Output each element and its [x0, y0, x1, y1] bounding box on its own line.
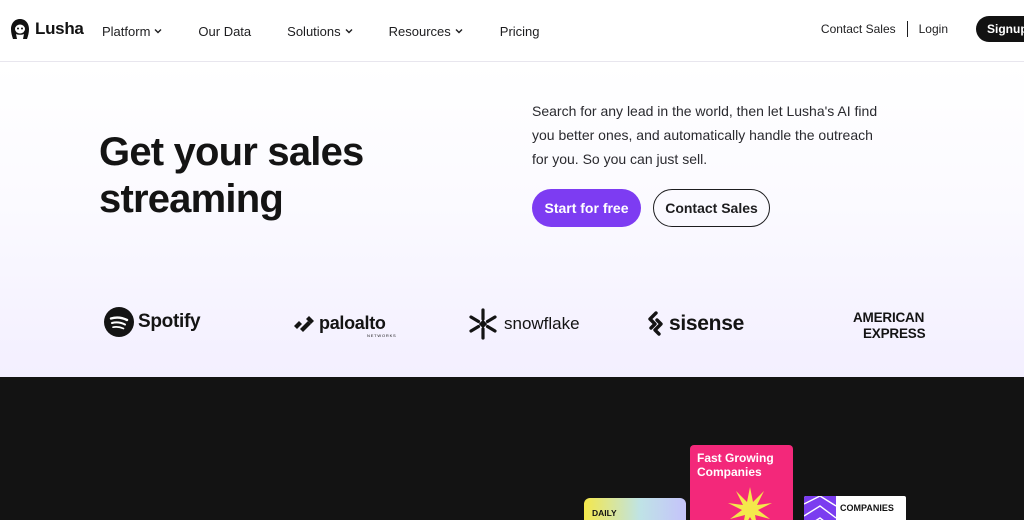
nav-pricing-label: Pricing — [499, 23, 540, 39]
companies-card-label: COMPANIES — [840, 503, 894, 513]
chevron-down-icon — [345, 29, 353, 34]
companies-card-graphic — [804, 496, 836, 520]
main-nav: Platform Our Data Solutions Resources Pr… — [102, 21, 540, 41]
nav-our-data-label: Our Data — [198, 23, 252, 39]
nav-our-data[interactable]: Our Data — [198, 21, 251, 41]
login-link[interactable]: Login — [919, 22, 948, 36]
fast-growing-card: Fast Growing Companies — [690, 445, 793, 520]
starburst-icon — [728, 487, 772, 520]
paloalto-logo: paloalto — [293, 313, 386, 334]
nav-solutions[interactable]: Solutions — [287, 21, 353, 41]
sisense-icon — [648, 311, 663, 336]
brand-name: Lusha — [35, 19, 84, 38]
paloalto-icon — [294, 315, 314, 332]
american-express-logo: AMERICAN EXPRESS — [853, 310, 926, 342]
snowflake-icon — [469, 308, 497, 340]
nav-solutions-label: Solutions — [287, 23, 341, 39]
divider — [906, 21, 908, 37]
customer-logos: Spotify paloalto NETWORKS snowflake sise… — [0, 63, 1024, 377]
nav-resources-label: Resources — [388, 23, 451, 39]
paloalto-text: paloalto — [319, 313, 386, 333]
nav-resources[interactable]: Resources — [389, 21, 463, 41]
signup-button[interactable]: Signup — [976, 16, 1024, 42]
spotify-icon — [104, 307, 134, 337]
chevron-down-icon — [455, 29, 463, 34]
amex-line1: AMERICAN — [853, 310, 925, 325]
nav-platform-label: Platform — [102, 23, 151, 39]
snowflake-text: snowflake — [504, 314, 580, 333]
companies-card: COMPANIES — [804, 496, 906, 520]
lusha-logo-icon — [11, 19, 29, 39]
chevron-down-icon — [154, 29, 162, 34]
pattern-icon — [804, 496, 836, 520]
paloalto-subtext: NETWORKS — [367, 333, 397, 338]
lusha-logo[interactable]: Lusha — [10, 16, 84, 42]
hero-section: Get your sales streaming Search for any … — [0, 63, 1024, 377]
nav-platform[interactable]: Platform — [102, 21, 162, 41]
header-actions: Contact Sales Login Signup — [821, 16, 1024, 42]
daily-card: DAILY — [584, 498, 686, 520]
nav-pricing[interactable]: Pricing — [500, 21, 540, 41]
daily-card-label: DAILY — [592, 508, 617, 518]
fast-growing-card-title: Fast Growing Companies — [697, 451, 774, 479]
amex-line2: EXPRESS — [863, 326, 926, 341]
spotify-text: Spotify — [138, 311, 201, 332]
spotify-logo: Spotify — [104, 307, 201, 337]
sisense-text: sisense — [669, 312, 744, 335]
site-header: Lusha Platform Our Data Solutions Resour… — [0, 0, 1024, 62]
snowflake-logo: snowflake — [468, 308, 580, 340]
sisense-logo: sisense — [647, 311, 744, 337]
header-contact-sales-link[interactable]: Contact Sales — [821, 22, 896, 36]
showcase-section: DAILY Fast Growing Companies COMPANIES — [0, 377, 1024, 520]
